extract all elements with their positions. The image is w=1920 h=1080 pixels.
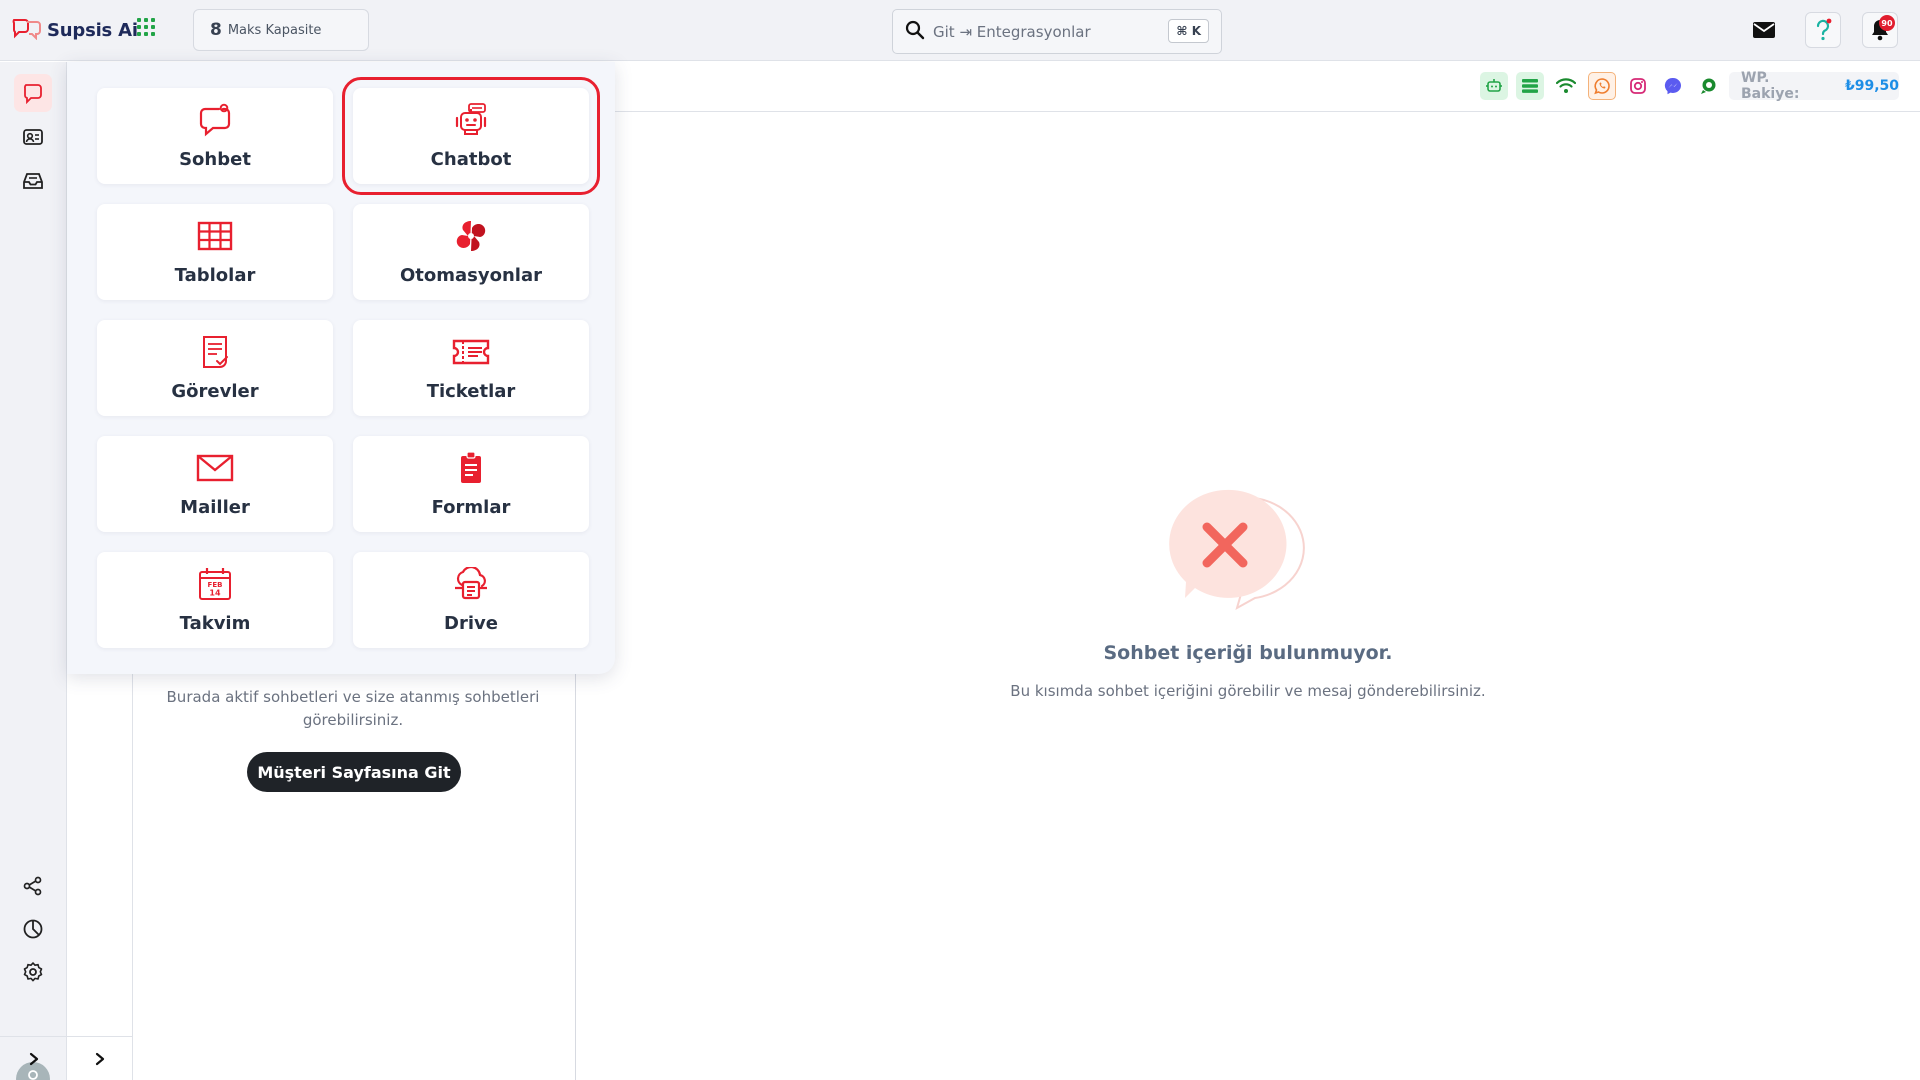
app-label: Ticketlar (426, 381, 516, 402)
app-tile-gorevler[interactable]: Görevler (97, 320, 333, 416)
search-input[interactable]: Git ⇥ Entegrasyonlar ⌘ K (892, 9, 1222, 54)
search-placeholder: Git ⇥ Entegrasyonlar (933, 22, 1091, 41)
app-tile-takvim[interactable]: FEB 14 Takvim (97, 552, 333, 648)
rail-contacts-icon[interactable] (14, 118, 52, 156)
app-label: Drive (444, 613, 498, 634)
app-label: Takvim (179, 613, 251, 634)
brand-logo[interactable]: Supsis Ai (11, 16, 138, 44)
app-label: Chatbot (430, 149, 512, 170)
customer-page-button[interactable]: Müşteri Sayfasına Git (247, 752, 461, 792)
app-label: Görevler (171, 381, 259, 402)
capacity-label: Maks Kapasite (227, 22, 322, 38)
app-tile-tablolar[interactable]: Tablolar (97, 204, 333, 300)
rail-inbox-icon[interactable] (14, 162, 52, 200)
capacity-box[interactable]: 8 Maks Kapasite (193, 9, 369, 51)
mail-icon[interactable] (1746, 12, 1782, 48)
rail-chat-icon[interactable] (14, 74, 52, 112)
wp-balance-label: WP. Bakiye: (1741, 70, 1800, 102)
app-tile-otomasyonlar[interactable]: Otomasyonlar (353, 204, 589, 300)
whatsapp-channel-icon[interactable] (1588, 72, 1616, 100)
search-icon (905, 20, 925, 44)
apps-menu-popover: Sohbet Chatbot Tablolar Otomasyonlar Gör… (67, 62, 615, 674)
messenger-channel-icon[interactable] (1659, 72, 1687, 100)
list-expand-chevron-icon[interactable] (67, 1036, 133, 1080)
wp-balance: WP. Bakiye: ₺99,50 (1729, 70, 1899, 102)
ticket-icon (451, 332, 491, 372)
empty-state-illustration-icon (1165, 486, 1327, 622)
brand-name: Supsis Ai (47, 19, 138, 41)
empty-state-subtitle: Bu kısımda sohbet içeriğini görebilir ve… (1010, 682, 1486, 700)
app-tile-formlar[interactable]: Formlar (353, 436, 589, 532)
settings-gear-icon[interactable] (14, 953, 52, 991)
share-icon[interactable] (14, 867, 52, 905)
chat-icon (195, 100, 235, 140)
app-tile-chatbot[interactable]: Chatbot (342, 77, 600, 195)
chat-list-description: Burada aktif sohbetleri ve size atanmış … (166, 688, 540, 729)
notification-count: 90 (1879, 15, 1895, 31)
help-icon[interactable] (1805, 12, 1841, 48)
chatbot-channel-icon[interactable] (1480, 72, 1508, 100)
app-label: Sohbet (179, 149, 251, 170)
task-icon (195, 332, 235, 372)
conversation-header: WP. Bakiye: ₺99,50 (576, 62, 1920, 112)
list-channel-icon[interactable] (1516, 72, 1544, 100)
app-tile-mailler[interactable]: Mailler (97, 436, 333, 532)
notification-bell-icon[interactable]: 90 (1862, 12, 1898, 48)
app-label: Formlar (431, 497, 511, 518)
calendar-icon: FEB 14 (195, 564, 235, 604)
wifi-channel-icon[interactable] (1552, 72, 1580, 100)
calendar-day: 14 (209, 589, 221, 598)
form-icon (451, 448, 491, 488)
robot-icon (451, 100, 491, 140)
reports-pie-icon[interactable] (14, 910, 52, 948)
empty-state-title: Sohbet içeriği bulunmuyor. (1103, 642, 1393, 664)
table-icon (195, 216, 235, 256)
capacity-number: 8 (210, 20, 222, 40)
rail-expand-chevron-icon[interactable] (0, 1036, 67, 1080)
app-label: Tablolar (174, 265, 256, 286)
live-chat-channel-icon[interactable] (1695, 72, 1723, 100)
top-bar: Supsis Ai 8 Maks Kapasite Git ⇥ Entegras… (0, 0, 1920, 61)
logo-icon (11, 16, 43, 44)
wp-balance-value: ₺99,50 (1844, 78, 1899, 94)
left-rail (0, 62, 67, 1080)
instagram-channel-icon[interactable] (1624, 72, 1652, 100)
apps-grid-icon[interactable] (137, 18, 155, 36)
search-shortcut: ⌘ K (1168, 19, 1209, 43)
app-label: Otomasyonlar (400, 265, 542, 286)
app-tile-drive[interactable]: Drive (353, 552, 589, 648)
drive-icon (451, 564, 491, 604)
app-tile-ticketlar[interactable]: Ticketlar (353, 320, 589, 416)
app-tile-sohbet[interactable]: Sohbet (97, 88, 333, 184)
mail-icon (195, 448, 235, 488)
app-label: Mailler (180, 497, 250, 518)
automation-icon (451, 216, 491, 256)
